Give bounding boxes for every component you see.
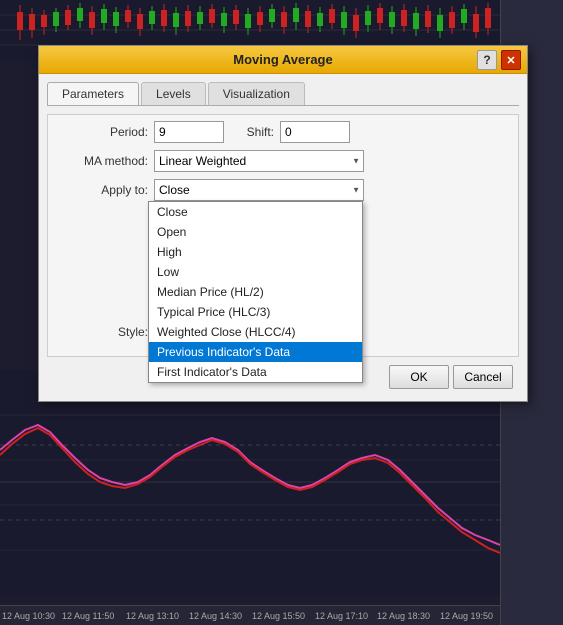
period-row: Period: Shift: (58, 121, 508, 143)
style-label: Style: (58, 325, 148, 339)
dropdown-item-prev-indicator[interactable]: Previous Indicator's Data (149, 342, 362, 362)
dropdown-item-open[interactable]: Open (149, 222, 362, 242)
time-axis: 12 Aug 10:30 12 Aug 11:50 12 Aug 13:10 1… (0, 605, 500, 625)
dialog-title: Moving Average (233, 52, 332, 67)
dropdown-item-median[interactable]: Median Price (HL/2) (149, 282, 362, 302)
time-label-7: 12 Aug 18:30 (377, 611, 430, 621)
time-label-5: 12 Aug 15:50 (252, 611, 305, 621)
apply-to-label: Apply to: (58, 183, 148, 197)
ok-button[interactable]: OK (389, 365, 449, 389)
dropdown-item-first-indicator[interactable]: First Indicator's Data (149, 362, 362, 382)
tab-levels[interactable]: Levels (141, 82, 206, 105)
oscillator-chart (0, 370, 500, 595)
ma-method-select-wrapper: Linear Weighted Simple Exponential Smoot… (154, 150, 364, 172)
apply-to-select-wrapper: Close (154, 179, 364, 201)
time-label-2: 12 Aug 11:50 (62, 611, 114, 621)
shift-input[interactable] (280, 121, 350, 143)
dropdown-item-low[interactable]: Low (149, 262, 362, 282)
ma-method-row: MA method: Linear Weighted Simple Expone… (58, 150, 508, 172)
dropdown-item-weighted-close[interactable]: Weighted Close (HLCC/4) (149, 322, 362, 342)
ma-method-label: MA method: (58, 154, 148, 168)
period-label: Period: (58, 125, 148, 139)
tab-parameters[interactable]: Parameters (47, 82, 139, 105)
help-button[interactable]: ? (477, 50, 497, 70)
close-button[interactable]: ✕ (501, 50, 521, 70)
time-label-8: 12 Aug 19:50 (440, 611, 493, 621)
tab-bar: Parameters Levels Visualization (47, 82, 519, 106)
time-label-3: 12 Aug 13:10 (126, 611, 179, 621)
time-label-6: 12 Aug 17:10 (315, 611, 368, 621)
time-label-4: 12 Aug 14:30 (189, 611, 242, 621)
cancel-button[interactable]: Cancel (453, 365, 513, 389)
tab-visualization[interactable]: Visualization (208, 82, 305, 105)
dialog-moving-average: Moving Average ? ✕ Parameters Levels Vis… (38, 45, 528, 402)
time-label-1: 12 Aug 10:30 (2, 611, 55, 621)
dropdown-item-close[interactable]: Close (149, 202, 362, 222)
period-input[interactable] (154, 121, 224, 143)
parameters-form: Period: Shift: MA method: Linear Weighte… (47, 114, 519, 357)
apply-to-select[interactable]: Close (154, 179, 364, 201)
apply-to-row: Apply to: Close Close Open High Low Medi… (58, 179, 508, 201)
dialog-titlebar: Moving Average ? ✕ (39, 46, 527, 74)
shift-label: Shift: (224, 125, 274, 139)
apply-to-dropdown-list: Close Open High Low Median Price (HL/2) … (148, 201, 363, 383)
oscillator-svg (0, 370, 500, 595)
dropdown-item-typical[interactable]: Typical Price (HLC/3) (149, 302, 362, 322)
dropdown-item-high[interactable]: High (149, 242, 362, 262)
ma-method-select[interactable]: Linear Weighted Simple Exponential Smoot… (154, 150, 364, 172)
dialog-content: Parameters Levels Visualization Period: … (39, 74, 527, 401)
